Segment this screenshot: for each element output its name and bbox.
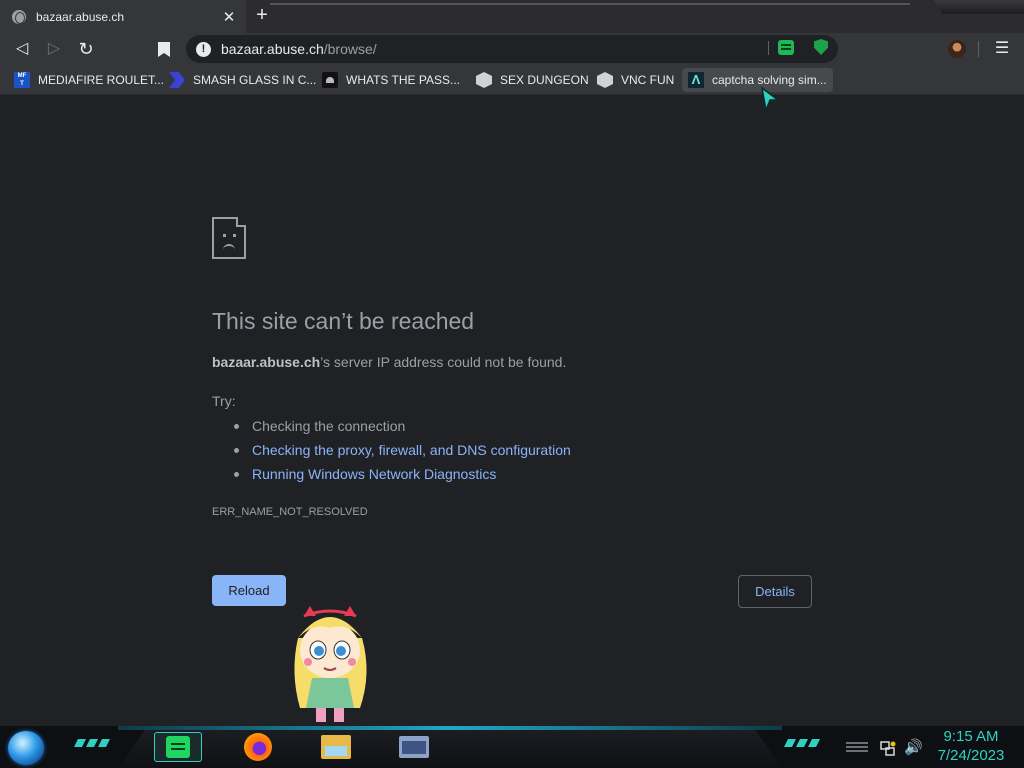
- url-host: bazaar.abuse.ch: [221, 41, 324, 57]
- taskbar-glow-decoration: [118, 726, 782, 730]
- error-title: This site can’t be reached: [212, 308, 475, 334]
- smash-icon: [169, 72, 185, 88]
- suggestions-list: Checking the connection Checking the pro…: [232, 416, 571, 488]
- browser-toolbar: ◁ ▷ ↻ ! bazaar.abuse.ch /browse/ ☰: [0, 33, 1024, 65]
- url-path: /browse/: [323, 41, 377, 57]
- bookmark-label: SMASH GLASS IN C...: [193, 73, 317, 87]
- address-bar[interactable]: ! bazaar.abuse.ch /browse/: [186, 35, 838, 63]
- error-description-text: ’s server IP address could not be found.: [320, 354, 567, 370]
- taskbar-file-explorer[interactable]: [312, 732, 360, 762]
- bookmark-vnc-fun[interactable]: VNC FUN: [591, 68, 680, 92]
- tab-title: bazaar.abuse.ch: [36, 9, 125, 24]
- hexagon-icon: [597, 72, 613, 88]
- clock-time[interactable]: 9:15 AM: [930, 728, 1012, 745]
- volume-icon[interactable]: 🔊: [904, 738, 923, 756]
- tab-close-icon[interactable]: ✕: [218, 8, 240, 26]
- taskbar-app-strip: [118, 730, 782, 768]
- tab-strip: bazaar.abuse.ch ✕ +: [0, 0, 1024, 33]
- window-icon: [399, 736, 429, 758]
- extension-divider: [768, 41, 769, 55]
- taskbar-spotify[interactable]: [154, 732, 202, 762]
- tray-separator-icon: [846, 742, 868, 754]
- error-page: This site can’t be reached bazaar.abuse.…: [0, 96, 1024, 726]
- hexagon-icon: [476, 72, 492, 88]
- sad-document-icon: [212, 217, 246, 259]
- spotify-icon: [166, 736, 190, 758]
- taskbar-chevron-decoration: [784, 739, 820, 747]
- browser-menu-button[interactable]: ☰: [994, 37, 1010, 61]
- extension-sheets-icon[interactable]: [778, 40, 794, 55]
- cartoon-girl-mascot: [294, 606, 367, 722]
- taskbar-chevron-decoration: [74, 739, 110, 747]
- start-button[interactable]: [8, 731, 44, 765]
- error-host: bazaar.abuse.ch: [212, 354, 321, 370]
- bookmark-icon[interactable]: [153, 38, 175, 60]
- bookmark-label: captcha solving sim...: [712, 73, 827, 87]
- bookmark-captcha-solving[interactable]: Λ captcha solving sim...: [682, 68, 833, 92]
- mediafire-icon: MF T: [14, 72, 30, 88]
- reload-button[interactable]: Reload: [212, 575, 286, 606]
- back-button[interactable]: ◁: [11, 38, 33, 60]
- suggestion-check-proxy-link[interactable]: Checking the proxy, firewall, and DNS co…: [232, 440, 571, 464]
- bookmark-label: WHATS THE PASS...: [346, 73, 461, 87]
- window-decoration: [934, 0, 1024, 14]
- taskbar-window[interactable]: [390, 732, 438, 762]
- captcha-icon: Λ: [688, 72, 704, 88]
- bookmark-label: SEX DUNGEON: [500, 73, 589, 87]
- bookmark-label: MEDIAFIRE ROULET...: [38, 73, 165, 87]
- details-button[interactable]: Details: [738, 575, 812, 608]
- error-description: bazaar.abuse.ch’s server IP address coul…: [212, 354, 566, 370]
- file-explorer-icon: [321, 735, 351, 759]
- site-info-icon[interactable]: !: [196, 41, 211, 57]
- try-label: Try:: [212, 393, 236, 409]
- taskbar: 🔊 9:15 AM 7/24/2023: [0, 726, 1024, 768]
- clock-date[interactable]: 7/24/2023: [930, 747, 1012, 764]
- taskbar-firefox[interactable]: [234, 732, 282, 762]
- bookmark-whats-the-pass[interactable]: WHATS THE PASS...: [316, 68, 466, 92]
- suggestion-check-connection: Checking the connection: [232, 416, 571, 440]
- error-code: ERR_NAME_NOT_RESOLVED: [212, 506, 368, 518]
- toolbar-divider: [978, 41, 979, 57]
- bookmark-mediafire[interactable]: MF T MEDIAFIRE ROULET...: [8, 68, 170, 92]
- browser-tab[interactable]: bazaar.abuse.ch ✕: [0, 0, 246, 33]
- bookmark-smash-glass[interactable]: SMASH GLASS IN C...: [163, 68, 322, 92]
- globe-icon: [12, 9, 26, 24]
- reload-icon-button[interactable]: ↻: [75, 38, 97, 60]
- network-icon[interactable]: [880, 740, 896, 756]
- forward-button[interactable]: ▷: [43, 38, 65, 60]
- suggestion-network-diagnostics-link[interactable]: Running Windows Network Diagnostics: [232, 464, 571, 488]
- tab-strip-decoration: [270, 3, 910, 5]
- new-tab-button[interactable]: +: [252, 5, 272, 25]
- mouse-cursor-icon: [760, 86, 781, 112]
- bookmark-label: VNC FUN: [621, 73, 675, 87]
- profile-avatar[interactable]: [948, 40, 966, 58]
- bookmark-sex-dungeon[interactable]: SEX DUNGEON: [470, 68, 595, 92]
- bookmarks-bar: MF T MEDIAFIRE ROULET... SMASH GLASS IN C…: [0, 65, 1024, 95]
- github-icon: [322, 72, 338, 88]
- firefox-icon: [244, 733, 272, 761]
